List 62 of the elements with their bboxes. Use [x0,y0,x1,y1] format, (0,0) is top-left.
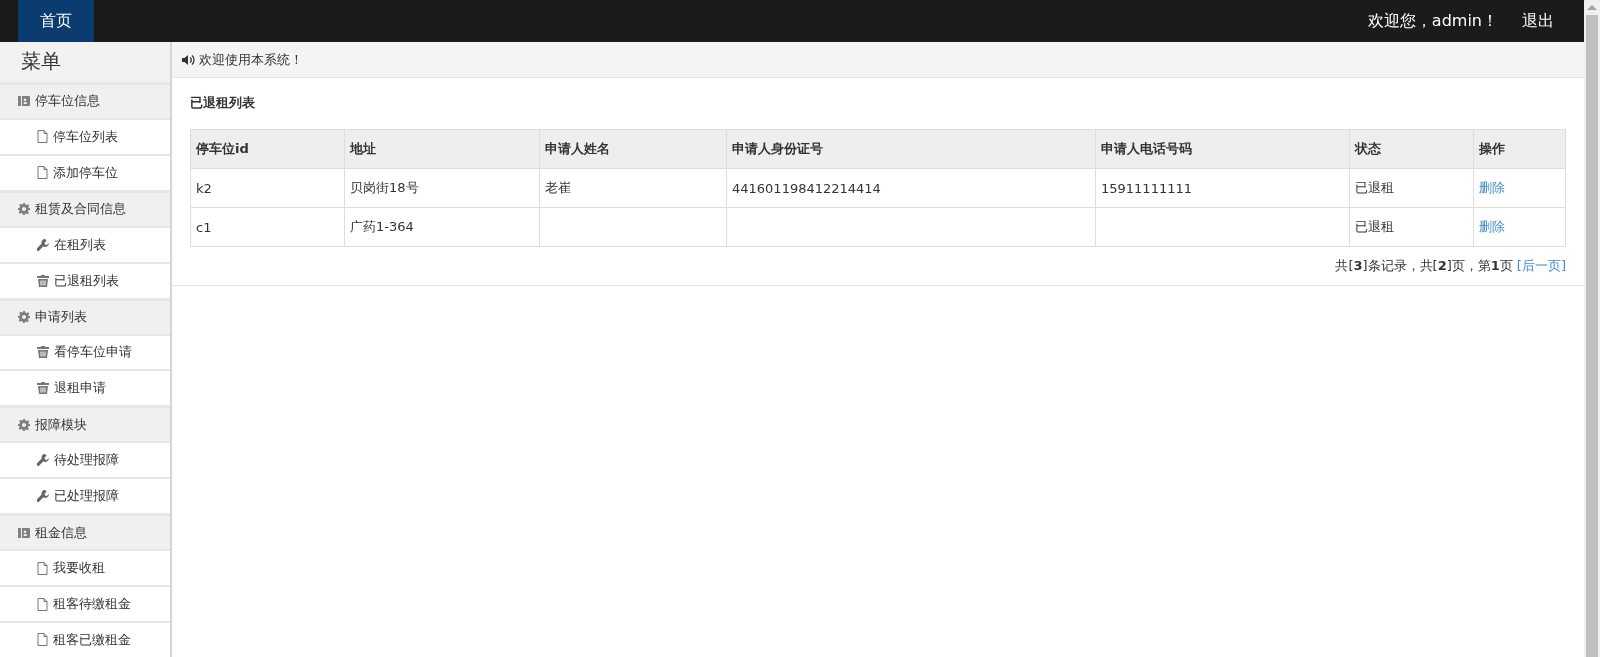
menu-item[interactable]: 我要收租 [0,551,170,586]
table-cell: c1 [190,207,345,247]
gear-icon [18,203,30,216]
table-cell: 已退租 [1349,207,1474,247]
menu-group-header[interactable]: 停车位信息 [0,84,170,118]
contact-card-icon [18,95,30,108]
menu-group-header[interactable]: 报障模块 [0,408,170,442]
document-icon [37,633,48,647]
gear-icon [18,418,30,431]
logout-link[interactable]: 退出 [1522,10,1554,32]
menu-item[interactable]: 在租列表 [0,227,170,262]
next-page-link[interactable]: [后一页] [1516,258,1566,273]
menu-item[interactable]: 已处理报障 [0,479,170,514]
scrollbar-thumb[interactable] [1586,15,1598,657]
wrench-icon [37,238,49,251]
pagination-summary: 共[3]条记录，共[2]页，第1页 [1335,258,1513,273]
table-cell: 广药1-364 [344,207,540,247]
column-header: 地址 [344,129,540,169]
contact-card-icon [18,526,30,539]
delete-link[interactable]: 删除 [1479,180,1505,195]
menu-item[interactable]: 已退租列表 [0,263,170,298]
menu-item[interactable]: 停车位列表 [0,119,170,154]
menu-item[interactable]: 待处理报障 [0,443,170,478]
document-icon [37,561,48,575]
table-cell: 已退租 [1349,168,1474,208]
trash-icon [37,382,49,395]
menu-item[interactable]: 租客已缴租金 [0,623,170,657]
gear-icon [18,311,30,324]
column-header: 操作 [1473,129,1566,169]
wrench-icon [37,454,49,467]
column-header: 申请人姓名 [539,129,727,169]
table-cell: k2 [190,168,345,208]
menu-group-header[interactable]: 租金信息 [0,516,170,550]
wrench-icon [37,490,49,503]
home-tab[interactable]: 首页 [18,0,94,42]
menu-group-header[interactable]: 租赁及合同信息 [0,192,170,226]
table-cell: 441601198412214414 [726,168,1096,208]
table-cell: 15911111111 [1095,168,1350,208]
column-header: 状态 [1349,129,1474,169]
document-icon [37,130,48,144]
column-header: 申请人身份证号 [726,129,1096,169]
welcome-message: 欢迎使用本系统！ [199,50,303,69]
trash-icon [37,274,49,287]
column-header: 停车位id [190,129,345,169]
speaker-icon [182,53,195,66]
menu-group-header[interactable]: 申请列表 [0,300,170,334]
table-cell: 贝岗街18号 [344,168,540,208]
table-cell: 老崔 [539,168,727,208]
menu-item[interactable]: 退租申请 [0,371,170,406]
welcome-text: 欢迎您，admin！ [1367,10,1498,32]
menu-item[interactable]: 看停车位申请 [0,335,170,370]
section-title: 已退租列表 [190,94,256,112]
trash-icon [37,346,49,359]
column-header: 申请人电话号码 [1095,129,1350,169]
menu-item[interactable]: 添加停车位 [0,155,170,190]
scrollbar[interactable] [1584,0,1600,657]
menu-title: 菜单 [0,42,170,82]
scroll-up-icon[interactable] [1587,5,1597,10]
document-icon [37,166,48,180]
document-icon [37,597,48,611]
delete-link[interactable]: 删除 [1479,219,1505,234]
menu-item[interactable]: 租客待缴租金 [0,587,170,621]
